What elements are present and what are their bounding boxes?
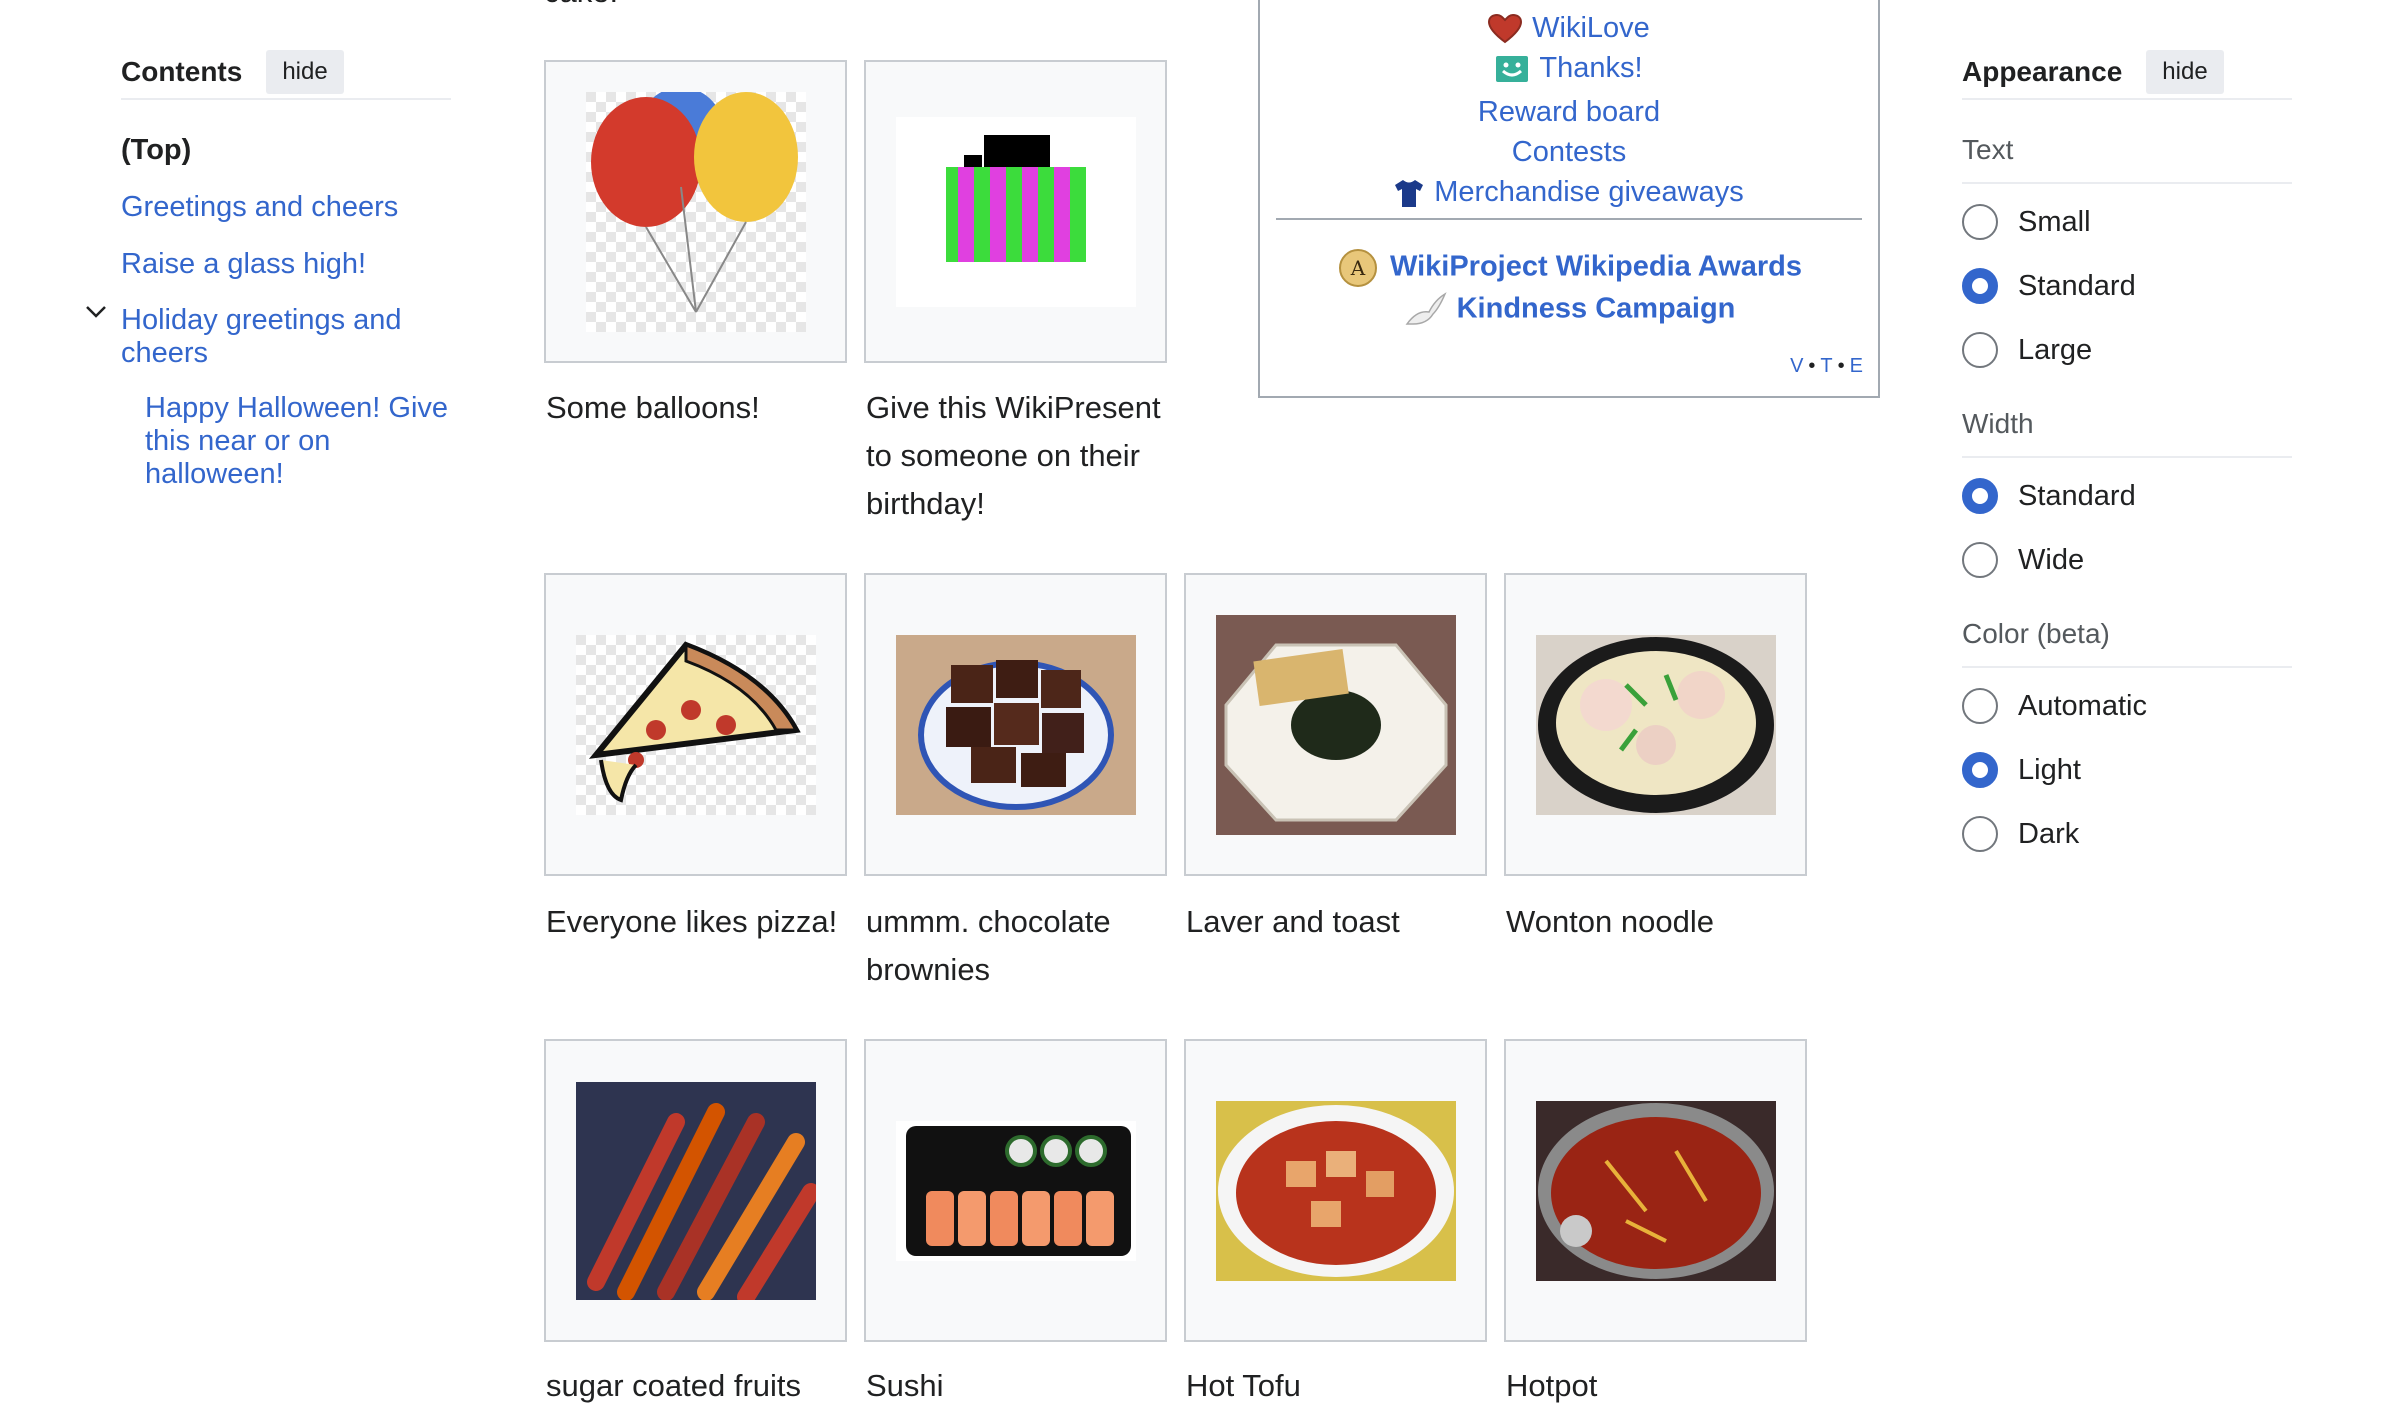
gallery-caption: ummm. chocolate brownies [866,904,1111,987]
svg-text:A: A [1350,256,1366,280]
laver-toast-image [1215,614,1456,835]
article-text-fragment: cake. [544,0,618,10]
toc-item-greetings[interactable]: Greetings and cheers [121,191,398,224]
color-automatic-option[interactable]: Automatic [1962,688,2147,724]
radio-label: Wide [2018,543,2085,576]
merchandise-link[interactable]: Merchandise giveaways [1434,176,1743,208]
navbox-row-reward-board: Reward board [1260,94,1878,130]
toc-header: Contents hide [121,46,451,100]
radio-label: Large [2018,333,2093,366]
navbox-row-wikiproject-awards: A WikiProject Wikipedia Awards [1260,248,1878,288]
radio-button-checked[interactable] [1962,478,1998,514]
gallery-caption: Everyone likes pizza! [546,904,838,939]
reward-board-link[interactable]: Reward board [1478,96,1660,128]
award-icon: A [1338,249,1377,287]
dove-icon [1405,292,1447,325]
toc-title: Contents [121,56,243,87]
gallery-caption: Hot Tofu [1186,1368,1301,1403]
gallery-caption: Give this WikiPresent to someone on thei… [866,390,1161,521]
tshirt-icon [1395,180,1424,208]
gallery-image-pizza[interactable] [544,573,847,876]
balloons-image [585,91,806,332]
text-size-heading: Text [1962,134,2292,184]
wonton-noodle-image [1535,634,1776,815]
sushi-image [895,1120,1136,1261]
gallery-image-balloons[interactable] [544,60,847,363]
navbox-vte: V • T • E [1790,355,1864,377]
color-heading: Color (beta) [1962,618,2292,668]
gallery-image-sushi[interactable] [864,1039,1167,1342]
sugar-fruits-image [575,1081,816,1300]
heart-icon [1488,14,1523,44]
kindness-campaign-link[interactable]: Kindness Campaign [1457,293,1736,325]
gallery-image-hotpot[interactable] [1504,1039,1807,1342]
vte-talk-link[interactable]: T [1820,355,1833,377]
gallery-caption: Sushi [866,1368,944,1403]
present-image [895,116,1136,307]
radio-button-checked[interactable] [1962,268,1998,304]
navbox-row-wikilove: WikiLove [1260,10,1878,46]
width-heading: Width [1962,408,2292,458]
appearance-title: Appearance [1962,56,2123,87]
radio-button[interactable] [1962,332,1998,368]
hotpot-image [1535,1100,1776,1281]
radio-button[interactable] [1962,688,1998,724]
color-dark-option[interactable]: Dark [1962,816,2079,852]
navbox-row-thanks: Thanks! [1260,50,1878,86]
text-size-small-option[interactable]: Small [1962,204,2091,240]
radio-label: Standard [2018,479,2136,512]
thanks-link[interactable]: Thanks! [1539,52,1642,84]
wikilove-link[interactable]: WikiLove [1532,12,1650,44]
gallery-caption: Hotpot [1506,1368,1598,1403]
gallery-caption: sugar coated fruits [546,1368,802,1403]
hot-tofu-image [1215,1100,1456,1281]
radio-button[interactable] [1962,542,1998,578]
gallery-caption: Wonton noodle [1506,904,1714,939]
vte-view-link[interactable]: V [1790,355,1804,377]
toc-item-halloween[interactable]: Happy Halloween! Give this near or on ha… [145,392,465,491]
wikilove-navbox: WikiLove Thanks! Reward board Contests M… [1258,0,1880,398]
text-size-standard-option[interactable]: Standard [1962,268,2136,304]
gallery-image-hot-tofu[interactable] [1184,1039,1487,1342]
color-light-option[interactable]: Light [1962,752,2081,788]
gallery-image-wonton-noodle[interactable] [1504,573,1807,876]
vte-edit-link[interactable]: E [1850,355,1864,377]
radio-label: Light [2018,753,2081,786]
radio-button-checked[interactable] [1962,752,1998,788]
toc-item-raise-glass[interactable]: Raise a glass high! [121,248,366,281]
wikiproject-awards-link[interactable]: WikiProject Wikipedia Awards [1390,251,1802,283]
radio-label: Small [2018,205,2091,238]
gallery-image-laver-toast[interactable] [1184,573,1487,876]
radio-button[interactable] [1962,816,1998,852]
toc-item-top[interactable]: (Top) [121,134,191,167]
toc-item-holiday[interactable]: Holiday greetings and cheers [121,304,421,370]
radio-button[interactable] [1962,204,1998,240]
text-size-large-option[interactable]: Large [1962,332,2092,368]
gallery-caption: Some balloons! [546,390,760,425]
navbox-row-contests: Contests [1260,134,1878,170]
appearance-header: Appearance hide [1962,46,2292,100]
gallery-image-present[interactable] [864,60,1167,363]
gallery-caption: Laver and toast [1186,904,1400,939]
contests-link[interactable]: Contests [1512,136,1626,168]
radio-label: Standard [2018,269,2136,302]
width-standard-option[interactable]: Standard [1962,478,2136,514]
radio-label: Automatic [2018,689,2147,722]
brownies-image [895,634,1136,815]
navbox-row-merchandise: Merchandise giveaways [1260,174,1878,210]
radio-label: Dark [2018,817,2080,850]
width-wide-option[interactable]: Wide [1962,542,2084,578]
appearance-panel: Appearance hide Text Small Standard Larg… [1962,46,2292,852]
smiley-icon [1496,56,1529,83]
navbox-divider [1276,218,1862,220]
appearance-hide-button[interactable]: hide [2146,50,2224,94]
chevron-down-icon[interactable] [84,300,108,324]
navbox-row-kindness: Kindness Campaign [1260,290,1878,330]
toc-hide-button[interactable]: hide [266,50,344,94]
pizza-image [575,634,816,815]
gallery-image-brownies[interactable] [864,573,1167,876]
gallery-image-sugar-fruits[interactable] [544,1039,847,1342]
table-of-contents: Contents hide [121,46,451,100]
